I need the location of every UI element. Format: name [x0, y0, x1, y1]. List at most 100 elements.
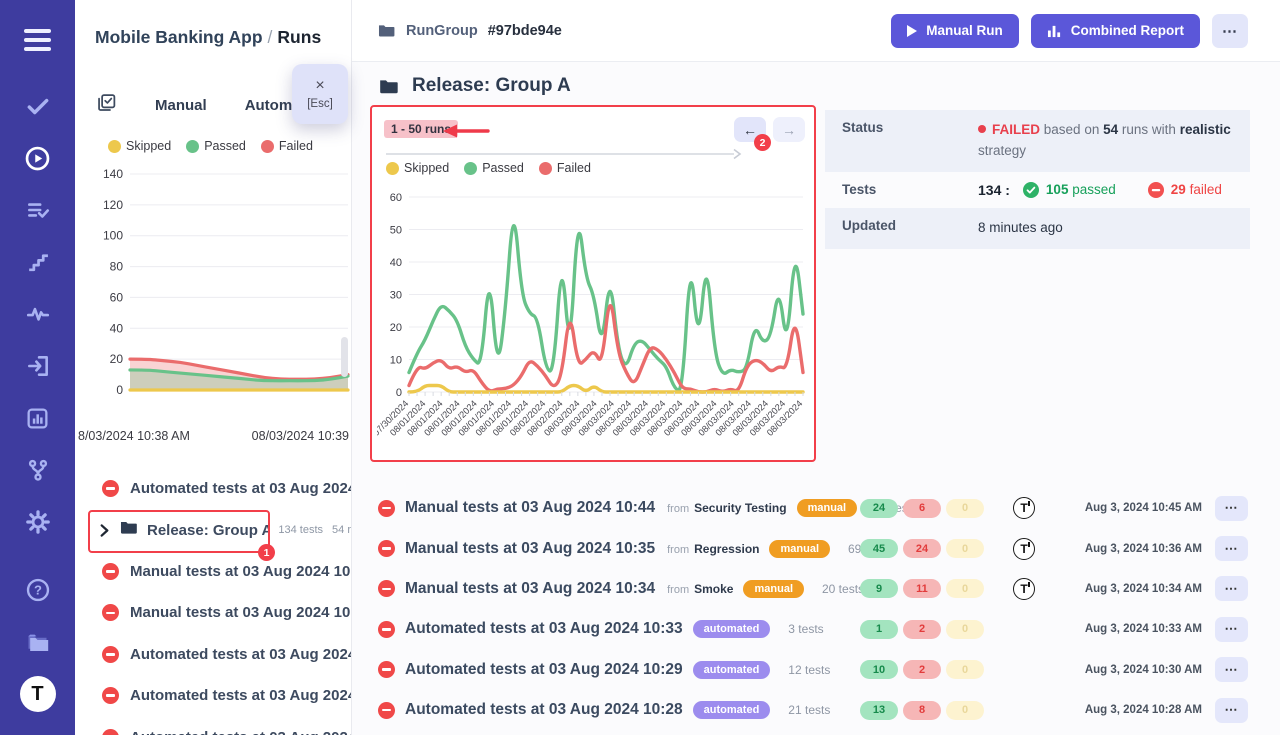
run-list-item[interactable]: Automated tests at 03 Aug 2024 10	[75, 716, 351, 735]
row-more-button[interactable]: ⋯	[1215, 698, 1248, 723]
run-timestamp: Aug 3, 2024 10:45 AM	[1060, 502, 1202, 514]
rungroup-label: RunGroup	[406, 23, 478, 39]
close-icon[interactable]: ×	[315, 78, 324, 94]
panel-scrollbar[interactable]	[341, 337, 348, 377]
row-more-button[interactable]: ⋯	[1215, 536, 1248, 561]
run-row[interactable]: Automated tests at 03 Aug 2024 10:28auto…	[378, 690, 1248, 730]
failed-status-icon	[378, 500, 395, 517]
run-row[interactable]: Automated tests at 03 Aug 2024 10:29auto…	[378, 650, 1248, 690]
run-group-item[interactable]: Release: Group A134 tests54 r	[75, 509, 351, 550]
run-title: Manual tests at 03 Aug 2024 10:43	[130, 563, 351, 580]
row-more-button[interactable]: ⋯	[1215, 576, 1248, 601]
run-row[interactable]: Manual tests at 03 Aug 2024 10:34fromSmo…	[378, 569, 1248, 609]
skipped-count-pill: 0	[946, 499, 984, 518]
main-run-list: Manual tests at 03 Aug 2024 10:44fromSec…	[378, 488, 1248, 730]
svg-text:80: 80	[110, 260, 124, 274]
row-more-button[interactable]: ⋯	[1215, 657, 1248, 682]
annotation-step-1-badge: 1	[258, 544, 275, 561]
help-icon[interactable]: ?	[0, 564, 75, 616]
next-runs-button[interactable]: →	[773, 117, 805, 142]
tab-manual[interactable]: Manual	[155, 97, 207, 114]
folders-icon[interactable]	[0, 616, 75, 668]
run-list-item[interactable]: Automated tests at 03 Aug 2024 10	[75, 634, 351, 675]
failed-status-icon	[378, 702, 395, 719]
run-list-item[interactable]: Automated tests at 03 Aug 2024 10	[75, 675, 351, 716]
passed-count-pill: 13	[860, 701, 898, 720]
failed-status-icon	[102, 729, 119, 735]
run-row-main: Automated tests at 03 Aug 2024 10:28auto…	[378, 701, 860, 719]
updated-label: Updated	[842, 218, 978, 239]
sign-in-icon[interactable]	[0, 340, 75, 392]
list-check-icon[interactable]	[0, 184, 75, 236]
manual-run-button[interactable]: Manual Run	[891, 14, 1019, 48]
run-type-badge: manual	[743, 580, 804, 598]
testomat-icon: T	[1013, 578, 1035, 600]
svg-text:120: 120	[103, 198, 123, 212]
bar-chart-icon	[1047, 24, 1062, 38]
combined-report-button[interactable]: Combined Report	[1031, 14, 1200, 48]
runs-chart-legend: Skipped Passed Failed	[386, 161, 591, 175]
svg-text:20: 20	[110, 352, 124, 366]
svg-text:10: 10	[390, 355, 402, 367]
analytics-icon[interactable]	[0, 392, 75, 444]
svg-text:30: 30	[390, 290, 402, 302]
svg-text:50: 50	[390, 225, 402, 237]
tests-count: 12 tests	[788, 663, 830, 677]
annotation-step-2-badge: 2	[754, 134, 771, 151]
skipped-count-pill: 0	[946, 579, 984, 598]
testomat-logo-circle: T	[20, 676, 56, 712]
panel-run-list: Automated tests at 03 Aug 2024 10Release…	[75, 468, 351, 735]
menu-icon[interactable]	[0, 0, 75, 80]
from-label: from	[667, 584, 689, 596]
run-row-main: Manual tests at 03 Aug 2024 10:35fromReg…	[378, 540, 860, 558]
run-type-badge: manual	[769, 540, 830, 558]
row-more-button[interactable]: ⋯	[1215, 496, 1248, 521]
esc-popup: × [Esc]	[292, 64, 348, 124]
release-group-title: Release: Group A	[412, 75, 571, 97]
legend-passed: Passed	[186, 139, 246, 153]
select-runs-icon[interactable]	[96, 92, 117, 118]
failed-dot-icon	[261, 140, 274, 153]
minus-circle-icon	[1148, 182, 1164, 198]
run-row[interactable]: Automated tests at 03 Aug 2024 10:33auto…	[378, 609, 1248, 649]
run-title: Manual tests at 03 Aug 2024 10:34	[405, 580, 655, 598]
passed-count-pill: 10	[860, 660, 898, 679]
failed-status-icon	[102, 563, 119, 580]
breadcrumb-project[interactable]: Mobile Banking App	[95, 27, 263, 47]
gear-icon[interactable]	[0, 496, 75, 548]
svg-text:60: 60	[390, 192, 402, 204]
tests-value: 134 : 105 passed 29 failed	[978, 182, 1222, 198]
hamburger-icon	[24, 29, 51, 51]
steps-icon[interactable]	[0, 236, 75, 288]
run-timestamp: Aug 3, 2024 10:34 AM	[1060, 583, 1202, 595]
panel-history-chart: 020406080100120140	[75, 156, 352, 426]
run-row[interactable]: Manual tests at 03 Aug 2024 10:35fromReg…	[378, 528, 1248, 568]
skipped-count-pill: 0	[946, 701, 984, 720]
runs-panel: Mobile Banking App/Runs Manual Automated…	[75, 0, 352, 735]
runs-tabs: Manual Automated	[96, 92, 323, 118]
run-list-item[interactable]: Manual tests at 03 Aug 2024 10:43	[75, 551, 351, 592]
row-more-button[interactable]: ⋯	[1215, 617, 1248, 642]
passed-count-pill: 24	[860, 499, 898, 518]
chevron-right-icon[interactable]	[99, 524, 110, 537]
rungroup-id: #97bde94e	[488, 23, 562, 39]
run-list-item[interactable]: Automated tests at 03 Aug 2024 10	[75, 468, 351, 509]
panel-chart-legend: Skipped Passed Failed	[108, 139, 313, 153]
check-icon[interactable]	[0, 80, 75, 132]
run-timestamp: Aug 3, 2024 10:36 AM	[1060, 543, 1202, 555]
run-type-badge: automated	[693, 701, 771, 719]
rungroup-breadcrumb: RunGroup #97bde94e	[377, 21, 562, 40]
branch-icon[interactable]	[0, 444, 75, 496]
topbar-more-button[interactable]: ⋯	[1212, 14, 1248, 48]
pulse-icon[interactable]	[0, 288, 75, 340]
runs-progress-line	[386, 147, 746, 161]
run-type-badge: automated	[693, 661, 771, 679]
check-circle-icon	[1023, 182, 1039, 198]
testomat-logo[interactable]: T	[0, 668, 75, 720]
legend-failed: Failed	[261, 139, 313, 153]
run-title: Automated tests at 03 Aug 2024 10	[130, 646, 351, 663]
run-list-item[interactable]: Manual tests at 03 Aug 2024 10:42	[75, 592, 351, 633]
play-circle-icon[interactable]	[0, 132, 75, 184]
passed-count-pill: 45	[860, 539, 898, 558]
run-row[interactable]: Manual tests at 03 Aug 2024 10:44fromSec…	[378, 488, 1248, 528]
